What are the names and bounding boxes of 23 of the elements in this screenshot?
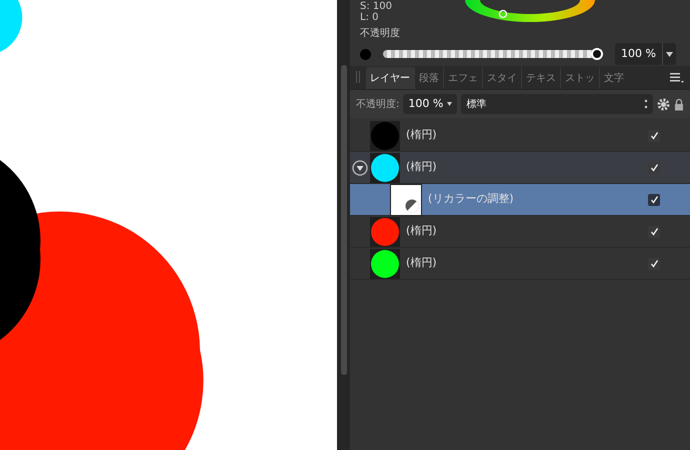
opacity-field[interactable]: 100 % bbox=[615, 43, 676, 65]
layer-name: (楕円) bbox=[406, 159, 438, 176]
color-readout: S: 100 bbox=[360, 1, 393, 12]
panel-tab[interactable]: ストッ bbox=[560, 67, 599, 89]
layer-name: (リカラーの調整) bbox=[428, 191, 515, 208]
panel-tab[interactable]: レイヤー bbox=[366, 67, 414, 89]
layer-name: (楕円) bbox=[406, 255, 438, 272]
panel-tab[interactable]: エフェ bbox=[443, 67, 482, 89]
panel-tab[interactable]: テキス bbox=[521, 67, 560, 89]
panel-tab[interactable]: スタイ bbox=[482, 67, 521, 89]
panel-tab[interactable]: 段落 bbox=[414, 67, 443, 89]
layer-row[interactable]: (楕円) bbox=[350, 216, 690, 248]
opacity-label: 不透明度 bbox=[360, 26, 401, 41]
color-readout: L: 0 bbox=[360, 12, 380, 23]
panel-tab[interactable]: 文字 bbox=[599, 67, 628, 89]
blend-mode-select[interactable]: 標準 bbox=[461, 94, 653, 114]
layer-name: (楕円) bbox=[406, 223, 438, 240]
layer-name: (楕円) bbox=[406, 127, 438, 144]
layer-row[interactable]: (楕円) bbox=[350, 248, 690, 280]
layer-row[interactable]: (楕円) bbox=[350, 120, 690, 152]
layer-row[interactable]: (楕円) bbox=[350, 152, 690, 184]
layer-opacity-field[interactable]: 100 % bbox=[403, 94, 458, 114]
opacity-label: 不透明度: bbox=[356, 98, 400, 112]
